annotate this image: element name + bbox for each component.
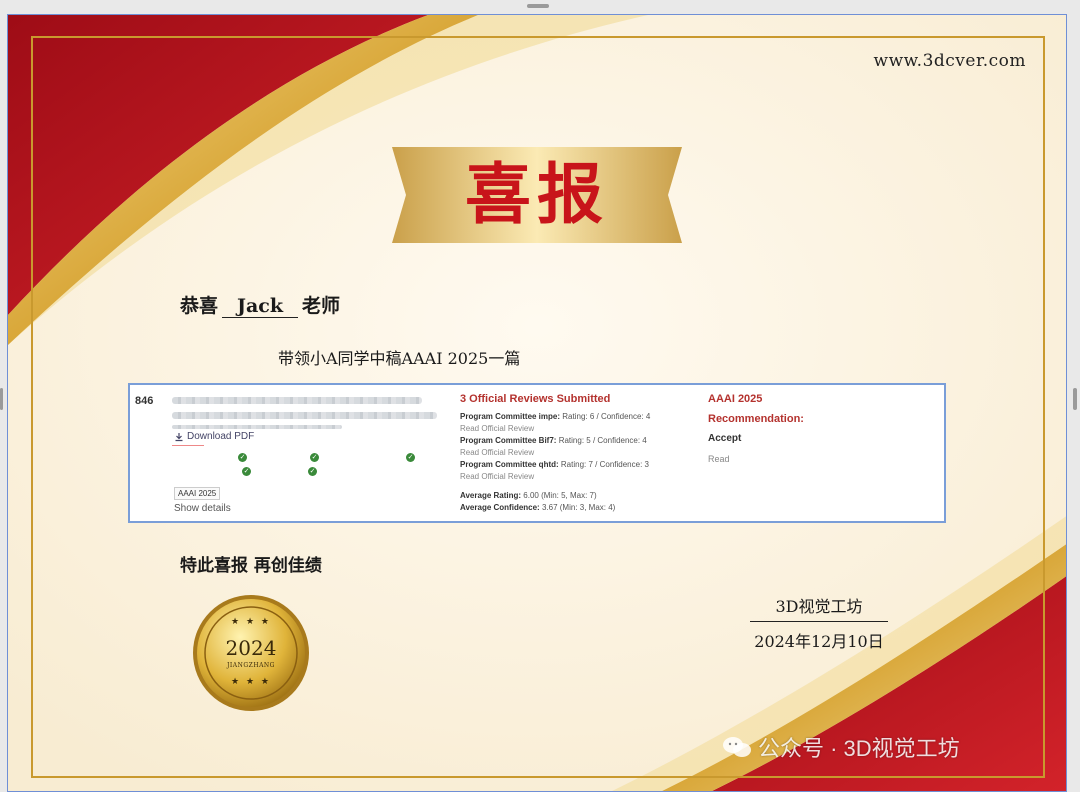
gold-seal: ★ ★ ★ 2024 JIANGZHANG ★ ★ ★ — [191, 593, 311, 713]
resize-handle-top[interactable] — [527, 4, 549, 8]
blurred-title-line-1 — [172, 397, 422, 404]
average-confidence-label: Average Confidence: — [460, 503, 540, 512]
issue-date: 2024年12月10日 — [754, 632, 884, 651]
link-underline — [172, 445, 204, 446]
recommendation-label: Recommendation: — [708, 413, 804, 425]
reviews-column: 3 Official Reviews Submitted Program Com… — [460, 393, 700, 514]
certificate: www.3dcver.com 喜报 恭喜 Jack 老师 带领小A同学中稿AAAI … — [7, 14, 1067, 792]
check-icon: ✓ — [310, 453, 319, 462]
honoree-name: Jack — [222, 295, 299, 318]
average-confidence: Average Confidence: 3.67 (Min: 3, Max: 4… — [460, 502, 700, 514]
image-viewer: www.3dcver.com 喜报 恭喜 Jack 老师 带领小A同学中稿AAAI … — [0, 0, 1080, 792]
review-detail: Rating: 7 / Confidence: 3 — [560, 460, 649, 469]
closing-text: 特此喜报 再创佳绩 — [180, 556, 322, 576]
download-pdf-link[interactable]: Download PDF — [172, 431, 255, 446]
average-rating-label: Average Rating: — [460, 491, 522, 500]
review-detail: Rating: 5 / Confidence: 4 — [558, 436, 647, 445]
read-review-link[interactable]: Read Official Review — [460, 471, 700, 483]
show-details-link[interactable]: Show details — [174, 503, 231, 514]
check-icon: ✓ — [406, 453, 415, 462]
review-item: Program Committee qhtd: Rating: 7 / Conf… — [460, 459, 700, 483]
review-item: Program Committee Bif7: Rating: 5 / Conf… — [460, 435, 700, 459]
read-review-link[interactable]: Read Official Review — [460, 423, 700, 435]
review-item: Program Committee impe: Rating: 6 / Conf… — [460, 411, 700, 435]
wechat-icon — [723, 737, 751, 757]
seal-stars-bottom: ★ ★ ★ — [231, 677, 271, 687]
congrats-suffix: 老师 — [302, 295, 341, 317]
review-committee: Program Committee qhtd: — [460, 460, 559, 469]
check-icon: ✓ — [238, 453, 247, 462]
review-committee: Program Committee Bif7: — [460, 436, 557, 445]
site-url: www.3dcver.com — [873, 51, 1026, 71]
download-icon — [175, 432, 183, 441]
resize-handle-right[interactable] — [1073, 388, 1077, 410]
title-banner: 喜报 — [392, 145, 682, 245]
paper-number: 846 — [135, 395, 154, 407]
decision-status: Accept — [708, 433, 742, 444]
watermark-text: 公众号 · 3D视觉工坊 — [758, 736, 960, 761]
resize-handle-left[interactable] — [0, 388, 3, 410]
decision-column: AAAI 2025 Recommendation: Accept Read — [708, 393, 908, 464]
signature-block: 3D视觉工坊 2024年12月10日 — [744, 593, 894, 652]
read-review-link[interactable]: Read Official Review — [460, 447, 700, 459]
organization-name: 3D视觉工坊 — [750, 593, 888, 622]
review-committee: Program Committee impe: — [460, 412, 561, 421]
read-decision-link[interactable]: Read — [708, 454, 908, 464]
banner-title: 喜报 — [465, 155, 609, 233]
reviews-header: 3 Official Reviews Submitted — [460, 393, 611, 405]
congratulation-line: 恭喜 Jack 老师 — [180, 291, 340, 318]
seal-stars-top: ★ ★ ★ — [231, 617, 271, 627]
venue-tag: AAAI 2025 — [174, 487, 221, 500]
review-detail: Rating: 6 / Confidence: 4 — [562, 412, 651, 421]
download-label: Download PDF — [187, 431, 255, 442]
watermark: 公众号 · 3D视觉工坊 — [722, 731, 960, 763]
congrats-prefix: 恭喜 — [180, 295, 219, 317]
check-icon: ✓ — [242, 467, 251, 476]
achievement-text: 带领小A同学中稿AAAI 2025一篇 — [278, 349, 521, 368]
review-screenshot-card: 846 Download PDF ✓ ✓ ✓ ✓ ✓ AAAI 2025 Sho… — [128, 383, 946, 523]
blurred-authors-line — [172, 425, 342, 429]
blurred-title-line-2 — [172, 412, 437, 419]
seal-city: JIANGZHANG — [227, 662, 275, 669]
decision-venue: AAAI 2025 — [708, 393, 763, 405]
average-rating: Average Rating: 6.00 (Min: 5, Max: 7) — [460, 490, 700, 502]
average-confidence-value: 3.67 (Min: 3, Max: 4) — [541, 503, 616, 512]
average-rating-value: 6.00 (Min: 5, Max: 7) — [523, 491, 597, 500]
seal-year: 2024 — [225, 636, 277, 660]
check-icon: ✓ — [308, 467, 317, 476]
